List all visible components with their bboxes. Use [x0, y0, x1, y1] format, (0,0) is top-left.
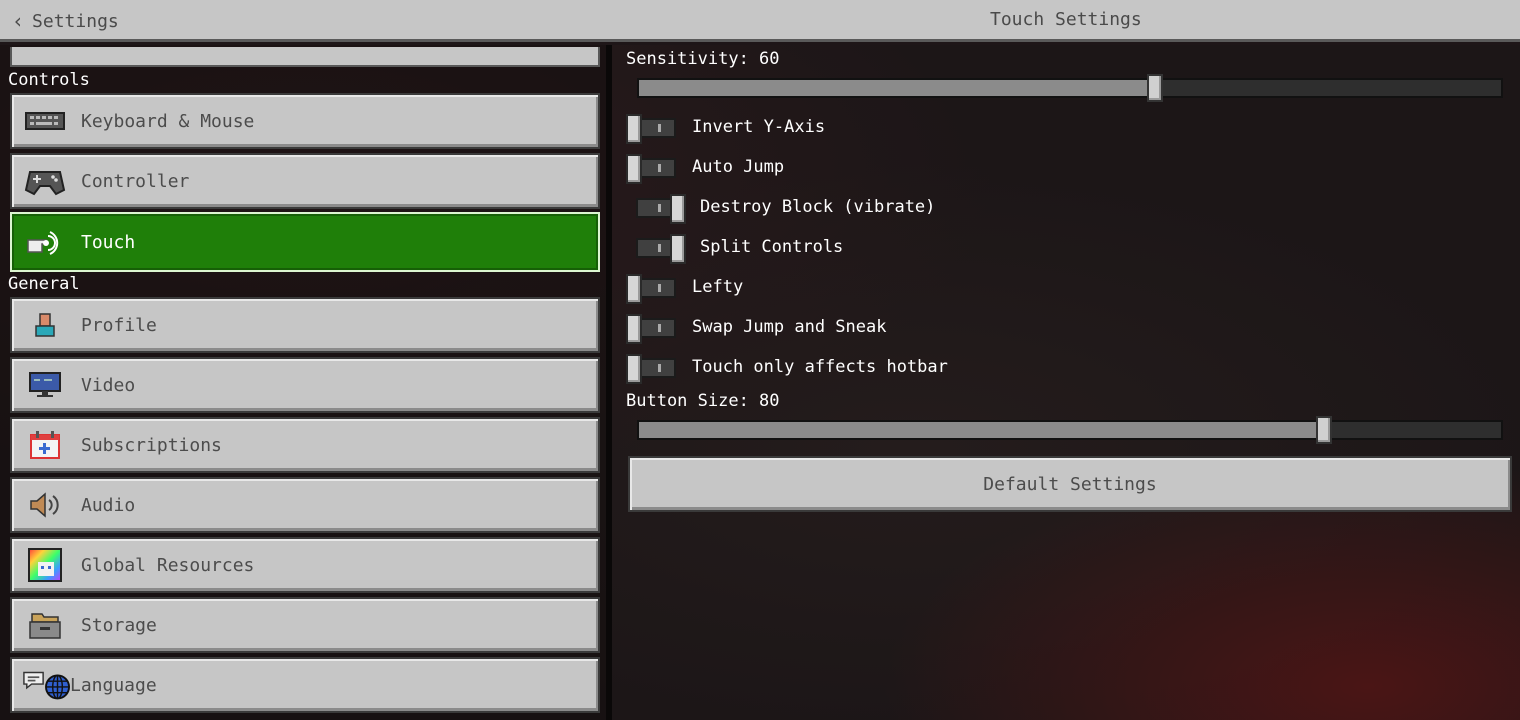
- sidebar-item-controller[interactable]: Controller: [10, 153, 600, 209]
- sidebar-item-audio[interactable]: Audio: [10, 477, 600, 533]
- toggle-label: Lefty: [692, 277, 744, 297]
- toggle-row-destroy-block: Destroy Block (vibrate): [634, 192, 936, 224]
- sensitivity-slider[interactable]: [637, 74, 1503, 102]
- chevron-left-icon: ‹: [12, 9, 25, 33]
- rainbow-pack-icon: [24, 544, 66, 586]
- lefty-toggle[interactable]: [626, 274, 678, 304]
- sidebar-item-subscriptions[interactable]: Subscriptions: [10, 417, 600, 473]
- toggle-label: Invert Y-Axis: [692, 117, 826, 137]
- toggle-row-touch-hotbar: Touch only affects hotbar: [626, 352, 948, 384]
- sidebar-item-label: Subscriptions: [81, 434, 222, 456]
- slider-handle[interactable]: [1316, 416, 1332, 444]
- page-title: Touch Settings: [990, 9, 1142, 30]
- sidebar-item-label: Keyboard & Mouse: [81, 110, 255, 132]
- toggle-row-invert-y-axis: Invert Y-Axis: [626, 112, 826, 144]
- sidebar-item-keyboard-mouse[interactable]: Keyboard & Mouse: [10, 93, 600, 149]
- sidebar-item-label: Touch: [81, 231, 136, 253]
- toggle-row-split-controls: Split Controls: [634, 232, 844, 264]
- split-controls-toggle[interactable]: [634, 234, 686, 264]
- slider-fill: [639, 422, 1324, 438]
- slider-handle[interactable]: [1147, 74, 1163, 102]
- toggle-label: Destroy Block (vibrate): [700, 197, 936, 217]
- toggle-label: Touch only affects hotbar: [692, 357, 948, 377]
- invert-y-axis-toggle[interactable]: [626, 114, 678, 144]
- toggle-row-auto-jump: Auto Jump: [626, 152, 785, 184]
- toggle-row-lefty: Lefty: [626, 272, 744, 304]
- back-label: Settings: [32, 10, 119, 32]
- top-bar: ‹ Settings Touch Settings: [0, 0, 1520, 42]
- keyboard-icon: [24, 100, 66, 142]
- speaker-icon: [24, 484, 66, 526]
- toggle-label: Swap Jump and Sneak: [692, 317, 887, 337]
- sidebar-item-label: Global Resources: [81, 554, 255, 576]
- panel-divider: [606, 45, 612, 720]
- button-size-label: Button Size: 80: [626, 391, 780, 411]
- sidebar-item-language[interactable]: Language: [10, 657, 600, 713]
- touch-hand-icon: [24, 221, 66, 263]
- globe-chat-icon: [22, 664, 70, 706]
- monitor-icon: [24, 364, 66, 406]
- storage-box-icon: [24, 604, 66, 646]
- section-label-controls: Controls: [8, 70, 90, 90]
- sensitivity-label: Sensitivity: 60: [626, 49, 780, 69]
- sidebar-item-label: Storage: [81, 614, 157, 636]
- sidebar-item-touch[interactable]: Touch: [10, 212, 600, 272]
- swap-jump-sneak-toggle[interactable]: [626, 314, 678, 344]
- destroy-block-vibrate-toggle[interactable]: [634, 194, 686, 224]
- gamepad-icon: [24, 160, 66, 202]
- toggle-label: Split Controls: [700, 237, 844, 257]
- sidebar-item-label: Controller: [81, 170, 190, 192]
- back-button[interactable]: ‹ Settings: [12, 8, 119, 34]
- sidebar-item-label: Video: [81, 374, 136, 396]
- toggle-label: Auto Jump: [692, 157, 785, 177]
- sidebar-item-label: Language: [70, 674, 157, 696]
- default-settings-button[interactable]: Default Settings: [628, 456, 1512, 512]
- slider-fill: [639, 80, 1155, 96]
- auto-jump-toggle[interactable]: [626, 154, 678, 184]
- sidebar-scrolled-item[interactable]: [10, 47, 600, 67]
- sidebar-item-label: Profile: [81, 314, 157, 336]
- toggle-row-swap-jump-sneak: Swap Jump and Sneak: [626, 312, 887, 344]
- sidebar-item-profile[interactable]: Profile: [10, 297, 600, 353]
- touch-only-hotbar-toggle[interactable]: [626, 354, 678, 384]
- section-label-general: General: [8, 274, 80, 294]
- sidebar-item-label: Audio: [81, 494, 136, 516]
- profile-icon: [24, 304, 66, 346]
- sidebar-item-global-resources[interactable]: Global Resources: [10, 537, 600, 593]
- sidebar-item-storage[interactable]: Storage: [10, 597, 600, 653]
- button-size-slider[interactable]: [637, 416, 1503, 444]
- calendar-plus-icon: [24, 424, 66, 466]
- sidebar-item-video[interactable]: Video: [10, 357, 600, 413]
